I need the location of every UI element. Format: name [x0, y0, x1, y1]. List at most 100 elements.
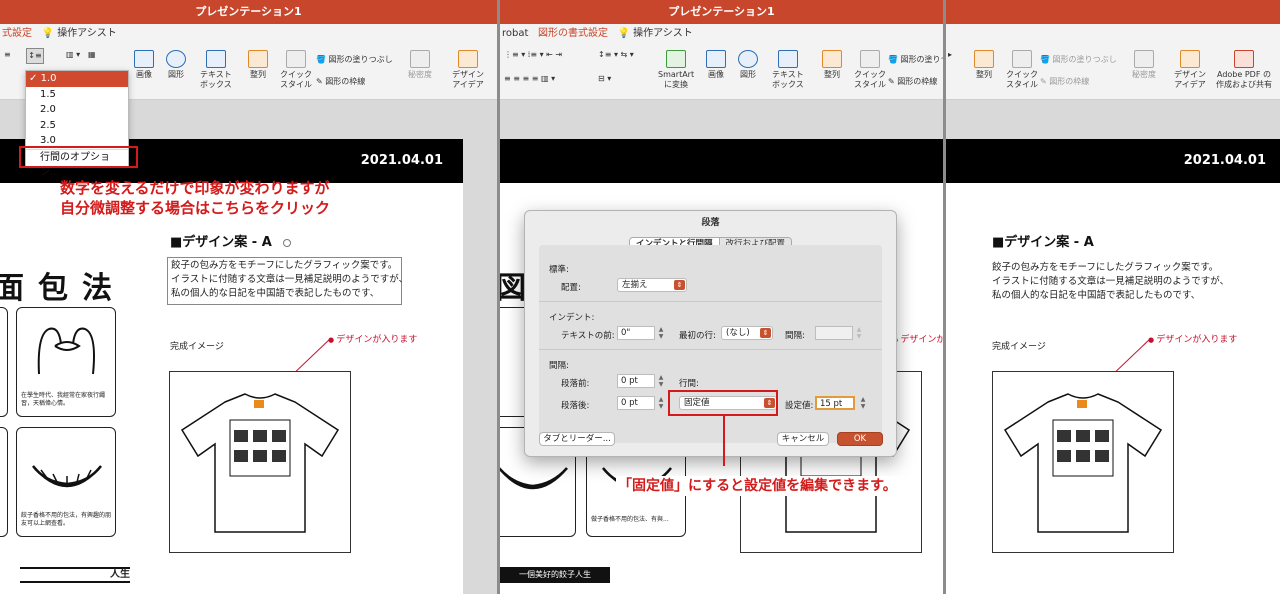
- align-icons[interactable]: ≡ ≡ ≡ ≡ ▥ ▾: [504, 74, 555, 83]
- panel-result: ▸ 整列 クイック スタイル 🪣 図形の塗りつぶし ✎ 図形の枠線 秘密度 デザイ…: [946, 0, 1280, 594]
- by-label: 間隔:: [785, 331, 805, 341]
- annotation-line: 数字を変えるだけで印象が変わりますが: [60, 179, 330, 197]
- more-icon[interactable]: ▸: [948, 50, 952, 59]
- paragraph-icons: ≡: [4, 50, 11, 59]
- shape-outline-button[interactable]: ✎ 図形の枠線: [316, 76, 365, 87]
- image-icon: [134, 50, 154, 68]
- designer-icon: [1180, 50, 1200, 68]
- shirt-preview-box: [169, 371, 351, 553]
- shape-outline-button[interactable]: ✎ 図形の枠線: [1040, 76, 1089, 87]
- after-spacing-input[interactable]: 0 pt: [617, 396, 655, 410]
- menubar: robat 図形の書式設定 💡 操作アシスト: [500, 24, 943, 44]
- paint-bucket-icon: 🪣: [1040, 55, 1053, 64]
- line-spacing-option[interactable]: ✓ 1.0: [26, 71, 128, 87]
- panel-paragraph-dialog: プレゼンテーション1 robat 図形の書式設定 💡 操作アシスト ⋮≡ ▾ ⁞…: [500, 0, 943, 594]
- textbox-icon: [205, 50, 226, 68]
- list-icons[interactable]: ⋮≡ ▾ ⁞≡ ▾ ⇤ ⇥: [504, 50, 562, 59]
- checkmark-icon: ✓: [29, 73, 41, 84]
- highlight-box: [668, 390, 778, 416]
- date-band: [500, 139, 943, 183]
- line-spacing-option[interactable]: 2.5: [26, 118, 128, 134]
- illustration-card-3: 在學生時代、我經常在家夜行繩習，天稱偉心情。: [16, 307, 116, 417]
- stepper-icon[interactable]: ▲ ▼: [859, 396, 867, 410]
- shape-fill-button[interactable]: 🪣 図形の塗りつぶし: [316, 54, 393, 65]
- textbox-icon: [777, 50, 798, 68]
- slide-body-line: イラストに付随する文章は一見補足説明のようですが、: [992, 276, 1230, 287]
- convert-smartart-icon[interactable]: ▦: [88, 50, 96, 59]
- designer-button[interactable]: デザイン アイデア: [452, 50, 484, 90]
- cancel-button[interactable]: キャンセル: [777, 432, 829, 446]
- tab-shape-format[interactable]: 図形の書式設定: [538, 28, 608, 39]
- panel-line-spacing-menu: プレゼンテーション1 式設定 💡 操作アシスト ≡ ↕≡ ▥ ▾ ▦ 画像 図形…: [0, 0, 497, 594]
- slide-body-line: 私の個人的な日記を中国語で表記したものです、: [171, 288, 380, 299]
- quick-styles-icon: [286, 50, 306, 68]
- tab-acrobat-partial[interactable]: robat: [502, 28, 528, 39]
- align-text-button[interactable]: ⊟ ▾: [598, 74, 611, 83]
- after-label: 段落後:: [561, 401, 590, 411]
- tabs-button[interactable]: タブとリーダー...: [539, 432, 615, 446]
- dialog-title: 段落: [701, 218, 720, 228]
- before-text-input[interactable]: 0": [617, 326, 655, 340]
- line-spacing-option[interactable]: 1.5: [26, 87, 128, 103]
- window-title: プレゼンテーション1: [500, 0, 943, 24]
- line-spacing-button[interactable]: ↕≡ ▾ ⇆ ▾: [598, 50, 634, 59]
- design-note: ● デザインが入ります: [1148, 335, 1238, 345]
- at-input[interactable]: 15 pt: [815, 396, 855, 410]
- line-spacing-button[interactable]: ↕≡: [26, 48, 44, 64]
- paragraph-dialog[interactable]: 段落 インデントと行間隔 改行および配置 標準: 配置: 左揃え ⇕ インデント:…: [524, 210, 897, 457]
- ok-button[interactable]: OK: [837, 432, 883, 446]
- banner: 一個美好的餃子人生: [500, 567, 610, 583]
- shape-outline-button[interactable]: ✎ 図形の枠線: [888, 76, 937, 87]
- slide-date: 2021.04.01: [360, 153, 443, 168]
- sensitivity-button[interactable]: 秘密度: [1132, 50, 1156, 80]
- slide-area: 2021.04.01 面包法 在學生時代、我經常在家夜行繩習，天稱偉心情。 餃子…: [0, 101, 497, 594]
- arrange-button[interactable]: 整列: [248, 50, 268, 80]
- alignment-select[interactable]: 左揃え ⇕: [617, 278, 687, 292]
- convert-smartart-button[interactable]: SmartArt に変換: [658, 50, 694, 90]
- spacing-label: 間隔:: [549, 361, 569, 371]
- before-text-label: テキストの前:: [561, 331, 615, 341]
- shape-fill-button[interactable]: 🪣 図形の塗りつぶし: [888, 54, 943, 65]
- slide[interactable]: 2021.04.01 ■デザイン案 - A 餃子の包み方をモチーフにしたグラフィ…: [946, 139, 1280, 594]
- columns-icon[interactable]: ▥ ▾: [66, 50, 80, 59]
- arrange-button[interactable]: 整列: [974, 50, 994, 80]
- insert-image-button[interactable]: 画像: [134, 50, 154, 80]
- slide-body-line: イラストに付随する文章は一見補足説明のようですが、: [171, 274, 409, 285]
- lightbulb-icon: 💡: [611, 28, 630, 39]
- arrange-button[interactable]: 整列: [822, 50, 842, 80]
- stepper-icon[interactable]: ▲ ▼: [657, 396, 665, 410]
- insert-shapes-button[interactable]: 図形: [738, 50, 758, 80]
- insert-image-button[interactable]: 画像: [706, 50, 726, 80]
- shape-fill-button[interactable]: 🪣 図形の塗りつぶし: [1040, 54, 1117, 65]
- rotate-handle[interactable]: [283, 239, 291, 247]
- highlight-box: [19, 146, 138, 168]
- quick-styles-button[interactable]: クイック スタイル: [854, 50, 886, 90]
- line-spacing-option[interactable]: 2.0: [26, 102, 128, 118]
- quick-styles-icon: [1012, 50, 1032, 68]
- adobe-pdf-button[interactable]: Adobe PDF の作成および共有: [1216, 50, 1272, 90]
- annotation-text: 「固定値」にすると設定値を編集できます。: [616, 476, 899, 496]
- tell-me-search[interactable]: 操作アシスト: [633, 28, 693, 39]
- before-spacing-input[interactable]: 0 pt: [617, 374, 655, 388]
- stepper-icon[interactable]: ▲ ▼: [657, 326, 665, 340]
- quick-styles-button[interactable]: クイック スタイル: [1006, 50, 1038, 90]
- quick-styles-icon: [860, 50, 880, 68]
- tell-me-search[interactable]: 操作アシスト: [57, 28, 117, 39]
- slide-body-line: 餃子の包み方をモチーフにしたグラフィック案です。: [171, 260, 398, 271]
- sensitivity-button[interactable]: 秘密度: [408, 50, 432, 80]
- designer-button[interactable]: デザイン アイデア: [1174, 50, 1206, 90]
- tab-shape-format-partial[interactable]: 式設定: [2, 28, 32, 39]
- stepper-icon[interactable]: ▲ ▼: [657, 374, 665, 388]
- first-line-select[interactable]: (なし) ⇕: [721, 326, 773, 340]
- illustration-card: [0, 427, 8, 537]
- quick-styles-button[interactable]: クイック スタイル: [280, 50, 312, 90]
- pdf-icon: [1234, 50, 1254, 68]
- design-note: ● デザインが入ります: [328, 335, 418, 345]
- slide-area: 2021.04.01 ■デザイン案 - A 餃子の包み方をモチーフにしたグラフィ…: [946, 101, 1280, 594]
- insert-textbox-button[interactable]: テキスト ボックス: [772, 50, 804, 90]
- insert-textbox-button[interactable]: テキスト ボックス: [200, 50, 232, 90]
- insert-shapes-button[interactable]: 図形: [166, 50, 186, 80]
- preview-label: 完成イメージ: [992, 342, 1046, 352]
- indent-label: インデント:: [549, 313, 595, 323]
- window-title: プレゼンテーション1: [0, 0, 497, 24]
